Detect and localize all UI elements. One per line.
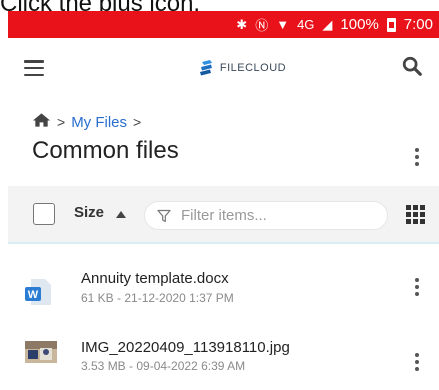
search-icon[interactable] <box>401 55 423 82</box>
breadcrumb: > My Files > <box>32 112 141 132</box>
filecloud-logo-icon <box>199 60 212 76</box>
image-thumbnail <box>25 341 57 368</box>
menu-icon[interactable] <box>24 60 44 76</box>
nfc-icon: Ⓝ <box>255 18 269 33</box>
brand-name: FILECLOUD <box>219 62 287 74</box>
word-doc-icon: W <box>25 279 51 310</box>
breadcrumb-separator: > <box>57 114 66 130</box>
list-item[interactable]: IMG_20220409_113918110.jpg 3.53 MB - 09-… <box>8 330 439 390</box>
file-meta: 61 KB - 21-12-2020 1:37 PM <box>81 291 234 305</box>
app-bar: FILECLOUD <box>8 38 439 98</box>
breadcrumb-separator: > <box>133 114 142 130</box>
list-toolbar: Size <box>8 186 439 244</box>
clock: 7:00 <box>403 16 433 33</box>
svg-text:W: W <box>28 289 39 301</box>
home-icon[interactable] <box>32 112 51 132</box>
battery-icon <box>386 17 396 32</box>
page-title: Common files <box>32 137 179 164</box>
signal-icon: ◢ <box>322 16 333 32</box>
breadcrumb-item-my-files[interactable]: My Files <box>71 114 127 131</box>
file-meta: 3.53 MB - 09-04-2022 6:39 AM <box>81 359 246 373</box>
folder-more-options-icon[interactable] <box>415 148 419 166</box>
file-more-options-icon[interactable] <box>415 278 419 296</box>
filter-box[interactable] <box>144 201 388 230</box>
file-more-options-icon[interactable] <box>415 353 419 371</box>
status-bar: ✱ Ⓝ ▼ 4G ◢ 100% 7:00 <box>8 11 439 38</box>
grid-view-icon[interactable] <box>406 205 425 224</box>
list-item[interactable]: W Annuity template.docx 61 KB - 21-12-20… <box>8 262 439 322</box>
battery-percent: 100% <box>340 16 379 33</box>
filter-icon <box>157 209 171 222</box>
sort-ascending-icon[interactable] <box>116 211 126 218</box>
bluetooth-icon: ✱ <box>236 16 248 32</box>
file-name[interactable]: IMG_20220409_113918110.jpg <box>81 339 290 356</box>
wifi-icon: ▼ <box>276 17 290 32</box>
filter-input[interactable] <box>179 206 373 225</box>
select-all-checkbox[interactable] <box>33 203 55 225</box>
network-type: 4G <box>297 17 315 32</box>
sort-by-size-label[interactable]: Size <box>74 204 104 221</box>
brand-logo: FILECLOUD <box>199 59 286 77</box>
file-name[interactable]: Annuity template.docx <box>81 270 229 287</box>
